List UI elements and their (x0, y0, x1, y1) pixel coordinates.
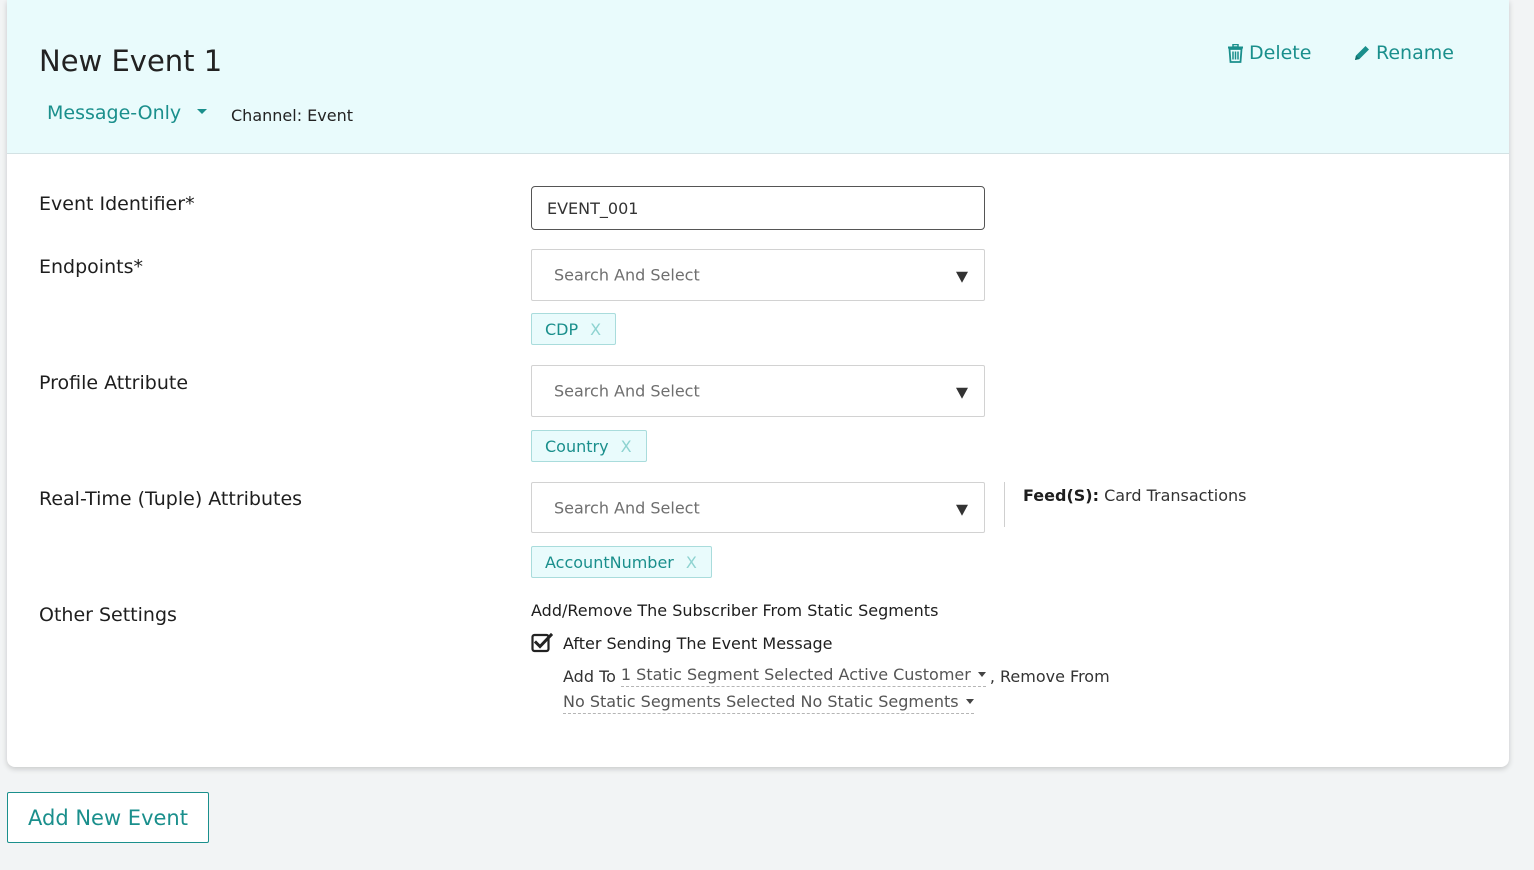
event-card: New Event 1 Message-Only Channel: Event … (7, 0, 1509, 767)
tag-label: CDP (545, 319, 579, 339)
endpoint-tag: CDP X (531, 313, 617, 345)
profile-attribute-label: Profile Attribute (39, 372, 189, 394)
tag-label: AccountNumber (545, 552, 674, 572)
feeds-label: Feed(S): (1023, 486, 1099, 505)
caret-down-icon (977, 672, 986, 677)
dropdown-arrow-icon (956, 271, 968, 283)
profile-attribute-select[interactable]: Search And Select (531, 365, 985, 417)
add-to-segment-dropdown[interactable]: 1 Static Segment Selected Active Custome… (620, 665, 986, 687)
rename-button[interactable]: Rename (1353, 42, 1454, 64)
profile-attribute-tag: Country X (531, 430, 647, 462)
feeds-value: Card Transactions (1104, 486, 1247, 505)
delete-button[interactable]: Delete (1227, 42, 1311, 64)
dropdown-arrow-icon (956, 504, 968, 516)
realtime-attributes-label: Real-Time (Tuple) Attributes (39, 488, 303, 510)
event-identifier-input[interactable] (531, 186, 985, 230)
caret-down-icon (197, 108, 208, 114)
tag-remove-icon[interactable]: X (621, 437, 632, 456)
remove-from-label: , Remove From (989, 666, 1110, 686)
tag-remove-icon[interactable]: X (590, 320, 601, 339)
event-title: New Event 1 (39, 44, 223, 78)
trash-icon (1228, 43, 1243, 63)
event-identifier-label: Event Identifier* (39, 193, 195, 215)
rename-label: Rename (1376, 42, 1454, 64)
add-to-segment-value: 1 Static Segment Selected Active Custome… (620, 665, 971, 684)
delete-label: Delete (1249, 42, 1312, 64)
realtime-attribute-tag: AccountNumber X (531, 546, 712, 578)
add-to-segment-line: Add To 1 Static Segment Selected Active … (563, 665, 1110, 687)
remove-from-segment-value: No Static Segments Selected No Static Se… (563, 692, 959, 711)
tag-label: Country (545, 436, 609, 456)
realtime-attributes-select[interactable]: Search And Select (531, 482, 985, 533)
add-to-label: Add To (563, 666, 616, 686)
event-type-dropdown[interactable]: Message-Only (47, 102, 208, 124)
checkbox-checked-icon[interactable] (531, 632, 553, 654)
event-type-label: Message-Only (47, 102, 182, 124)
endpoints-select[interactable]: Search And Select (531, 249, 985, 301)
endpoints-placeholder: Search And Select (554, 265, 700, 285)
event-header: New Event 1 Message-Only Channel: Event … (7, 0, 1509, 154)
after-send-option: After Sending The Event Message (531, 632, 833, 654)
feeds-info: Feed(S): Card Transactions (1023, 486, 1246, 505)
other-settings-label: Other Settings (39, 604, 177, 626)
dropdown-arrow-icon (956, 387, 968, 399)
remove-from-segment-dropdown[interactable]: No Static Segments Selected No Static Se… (563, 692, 974, 714)
channel-text: Channel: Event (231, 106, 353, 125)
static-segments-heading: Add/Remove The Subscriber From Static Se… (531, 601, 939, 620)
remove-from-segment-line: No Static Segments Selected No Static Se… (563, 692, 974, 714)
caret-down-icon (965, 699, 974, 704)
profile-attribute-placeholder: Search And Select (554, 381, 700, 401)
after-send-label: After Sending The Event Message (563, 633, 833, 653)
pencil-icon (1355, 46, 1369, 60)
feeds-divider (1004, 482, 1005, 527)
tag-remove-icon[interactable]: X (686, 553, 697, 572)
realtime-attributes-placeholder: Search And Select (554, 498, 700, 517)
endpoints-label: Endpoints* (39, 256, 143, 278)
add-new-event-button[interactable]: Add New Event (7, 792, 209, 843)
